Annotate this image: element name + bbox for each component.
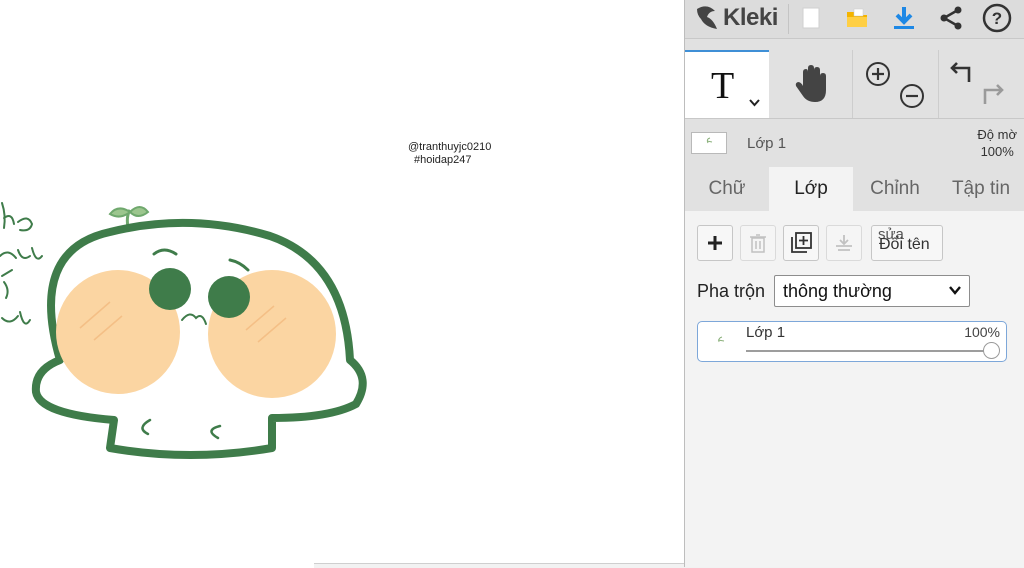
hand-tool-button[interactable] bbox=[769, 50, 853, 118]
zoom-controls bbox=[853, 50, 939, 118]
help-icon[interactable]: ? bbox=[981, 2, 1013, 34]
delete-layer-icon bbox=[750, 234, 766, 253]
tab-adjust[interactable]: Chỉnh bbox=[853, 167, 937, 211]
blend-mode-label: Pha trộn bbox=[697, 281, 766, 301]
hand-tool-icon bbox=[795, 65, 826, 102]
zoom-out-icon[interactable] bbox=[899, 83, 925, 109]
blend-mode-row: Pha trộn thông thường bbox=[697, 275, 1017, 307]
merge-down-icon bbox=[836, 235, 852, 251]
duplicate-layer-icon bbox=[791, 232, 812, 253]
toolbar-divider bbox=[788, 4, 789, 34]
open-folder-icon[interactable] bbox=[841, 2, 873, 34]
app-name: Kleki bbox=[723, 4, 778, 31]
layer-list-item[interactable]: Lớp 1 100% bbox=[697, 321, 1007, 362]
slider-handle[interactable] bbox=[983, 342, 1000, 359]
svg-text:?: ? bbox=[992, 9, 1002, 28]
current-layer-name: Lớp 1 bbox=[747, 135, 787, 152]
share-icon[interactable] bbox=[935, 2, 967, 34]
tab-file[interactable]: Tập tin bbox=[937, 167, 1024, 211]
watermark-line-1: @tranthuyjc0210 bbox=[408, 141, 492, 153]
top-bar: Kleki ? bbox=[685, 0, 1024, 39]
download-icon[interactable] bbox=[888, 2, 920, 34]
text-tool-icon: T bbox=[711, 65, 735, 107]
tab-text[interactable]: Chữ bbox=[685, 167, 769, 211]
undo-icon[interactable] bbox=[949, 60, 975, 86]
duplicate-layer-button[interactable] bbox=[783, 225, 819, 261]
current-layer-row: Lớp 1 Độ mờ 100% bbox=[685, 120, 1024, 166]
watermark-line-2: #hoidap247 bbox=[414, 154, 472, 166]
redo-icon[interactable] bbox=[979, 82, 1005, 108]
blend-mode-value: thông thường bbox=[783, 281, 892, 301]
layers-panel: sửa Đổi tên Pha trộn thông thường Lớp 1 … bbox=[685, 211, 1024, 567]
add-layer-icon bbox=[708, 236, 722, 250]
opacity-readout: Độ mờ 100% bbox=[977, 126, 1017, 160]
layer-item-name: Lớp 1 bbox=[746, 324, 786, 341]
new-file-icon[interactable] bbox=[795, 2, 827, 34]
rename-label: Đổi tên bbox=[879, 236, 930, 253]
kleki-logo-icon bbox=[697, 6, 717, 29]
blend-mode-select[interactable]: thông thường bbox=[774, 275, 970, 307]
zoom-in-icon[interactable] bbox=[865, 61, 891, 87]
history-controls bbox=[939, 50, 1024, 118]
watermark-text: @tranthuyjc0210 #hoidap247 bbox=[408, 141, 491, 167]
delete-layer-button[interactable] bbox=[740, 225, 776, 261]
text-tool-button[interactable]: T bbox=[685, 50, 769, 118]
app-logo[interactable]: Kleki bbox=[695, 4, 778, 32]
opacity-title: Độ mờ bbox=[977, 127, 1017, 142]
tab-layers[interactable]: Lớp bbox=[769, 167, 853, 211]
tool-panel: Kleki ? T Lớp 1 Độ mờ 100% Chữ Lớp Chỉnh… bbox=[684, 0, 1024, 567]
layer-item-opacity: 100% bbox=[964, 324, 1000, 340]
chevron-down-icon[interactable] bbox=[749, 96, 760, 110]
rename-layer-button[interactable]: sửa Đổi tên bbox=[871, 225, 943, 261]
chevron-down-icon bbox=[949, 286, 961, 295]
character-drawing bbox=[0, 202, 367, 459]
layer-item-thumbnail bbox=[706, 331, 736, 351]
drawing-canvas[interactable]: @tranthuyjc0210 #hoidap247 bbox=[0, 0, 684, 567]
layer-thumbnail[interactable] bbox=[691, 132, 727, 154]
merge-down-button[interactable] bbox=[826, 225, 862, 261]
add-layer-button[interactable] bbox=[697, 225, 733, 261]
layer-opacity-slider[interactable] bbox=[746, 350, 992, 352]
tool-row: T bbox=[685, 50, 1024, 119]
panel-tabs: Chữ Lớp Chỉnh Tập tin bbox=[685, 167, 1024, 211]
opacity-value: 100% bbox=[980, 144, 1014, 159]
